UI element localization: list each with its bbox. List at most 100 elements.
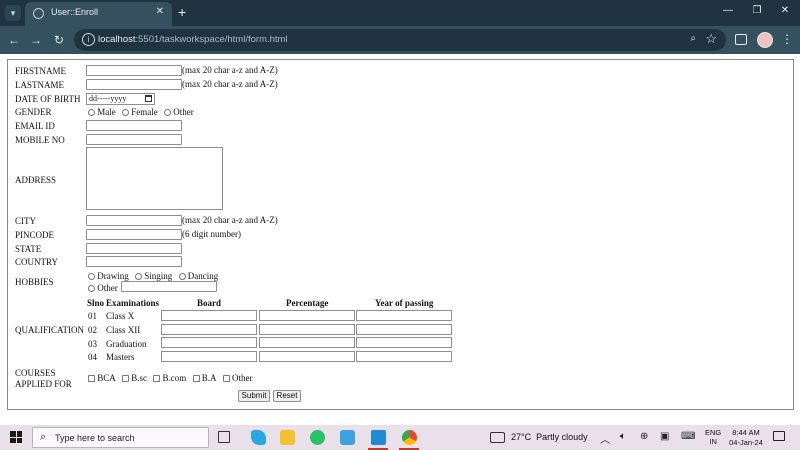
close-tab-icon[interactable]: ✕ [156, 6, 164, 17]
row-slno: 04 [88, 352, 97, 362]
volume-icon[interactable]: 🔈︎ [620, 431, 626, 442]
percentage-input[interactable] [259, 351, 355, 362]
reset-button[interactable]: Reset [273, 390, 301, 402]
board-input[interactable] [161, 310, 257, 321]
lastname-input[interactable] [86, 79, 182, 90]
widgets-app-icon[interactable] [251, 430, 266, 445]
city-input[interactable] [86, 215, 182, 226]
notes-app-icon[interactable] [340, 430, 355, 445]
hobby-other-input[interactable] [121, 281, 217, 292]
browser-tab[interactable]: User::Enroll ✕ [25, 2, 172, 26]
weather-icon[interactable] [490, 432, 505, 443]
hobby-drawing[interactable]: Drawing [88, 271, 129, 281]
board-input[interactable] [161, 337, 257, 348]
board-input[interactable] [161, 324, 257, 335]
mobile-input[interactable] [86, 134, 182, 145]
row-slno: 02 [88, 325, 97, 335]
profile-avatar[interactable] [757, 32, 773, 48]
site-info-icon[interactable]: i [82, 33, 95, 46]
address-textarea[interactable] [86, 147, 223, 210]
chevron-up-icon[interactable]: ︿ [600, 431, 610, 446]
zoom-icon[interactable]: ⌕ [690, 33, 696, 44]
hobby-singing[interactable]: Singing [135, 271, 172, 281]
restore-icon[interactable]: ❐ [747, 5, 767, 16]
board-input[interactable] [161, 351, 257, 362]
course-bcom-checkbox[interactable] [153, 375, 161, 382]
url-text[interactable]: localhost:5501/taskworkspace/html/form.h… [98, 34, 288, 45]
back-icon[interactable]: ← [6, 32, 22, 48]
forward-icon[interactable]: → [28, 32, 44, 48]
task-view-icon[interactable] [218, 431, 230, 443]
hobbies-label: HOBBIES [15, 277, 54, 287]
weather-widget[interactable]: 27°C Partly cloudy [511, 432, 588, 442]
address-bar[interactable]: i localhost:5501/taskworkspace/html/form… [74, 29, 726, 51]
email-input[interactable] [86, 120, 182, 131]
year-input[interactable] [356, 337, 452, 348]
network-icon[interactable]: ⊕ [640, 431, 648, 442]
year-header: Year of passing [375, 298, 434, 308]
year-input[interactable] [356, 310, 452, 321]
clock[interactable]: 8:44 AM 04-Jan-24 [725, 428, 767, 448]
course-bsc[interactable]: B.sc [122, 373, 147, 383]
pincode-label: PINCODE [15, 230, 55, 240]
course-bca-checkbox[interactable] [88, 375, 95, 382]
gender-female-radio[interactable] [122, 109, 129, 116]
course-ba[interactable]: B.A [192, 373, 217, 383]
percentage-header: Percentage [286, 298, 329, 308]
year-input[interactable] [356, 351, 452, 362]
course-options: BCA B.sc B.com B.A Other [88, 373, 257, 383]
country-input[interactable] [86, 256, 182, 267]
gender-other[interactable]: Other [164, 107, 194, 117]
percentage-input[interactable] [259, 310, 355, 321]
examinations-header: Examinations [106, 298, 160, 308]
calendar-icon[interactable] [145, 95, 152, 102]
course-bca[interactable]: BCA [88, 373, 116, 383]
browser-menu-icon[interactable]: ⋮ [781, 32, 793, 46]
gender-male[interactable]: Male [88, 107, 116, 117]
pincode-hint: (6 digit number) [182, 229, 241, 239]
hobby-drawing-radio[interactable] [88, 273, 95, 280]
windows-start-icon[interactable] [10, 431, 22, 443]
row-slno: 01 [88, 311, 97, 321]
course-bsc-checkbox[interactable] [122, 375, 130, 382]
keyboard-icon[interactable]: ⌨ [681, 431, 695, 442]
percentage-input[interactable] [259, 324, 355, 335]
course-bcom[interactable]: B.com [153, 373, 186, 383]
language-indicator[interactable]: ENG IN [705, 428, 721, 446]
chrome-icon[interactable] [402, 430, 417, 445]
gender-female[interactable]: Female [122, 107, 158, 117]
meet-now-icon[interactable]: ▣ [660, 431, 669, 442]
globe-icon [33, 8, 44, 19]
course-other-checkbox[interactable] [222, 375, 230, 382]
hobby-dancing-radio[interactable] [178, 273, 186, 280]
course-other[interactable]: Other [222, 373, 253, 383]
vscode-icon[interactable] [371, 430, 386, 445]
side-panel-icon[interactable] [735, 34, 747, 45]
gender-other-radio[interactable] [164, 109, 171, 116]
course-ba-checkbox[interactable] [192, 375, 200, 382]
gender-male-radio[interactable] [88, 109, 95, 116]
submit-button[interactable]: Submit [238, 390, 270, 402]
percentage-input[interactable] [259, 337, 355, 348]
window-close-icon[interactable]: ✕ [775, 5, 795, 16]
notification-icon[interactable] [773, 431, 785, 441]
pincode-input[interactable] [86, 229, 182, 240]
hobby-singing-radio[interactable] [135, 273, 142, 280]
hobby-other[interactable]: Other [88, 283, 118, 293]
mobile-label: MOBILE NO [15, 135, 65, 145]
hobby-dancing[interactable]: Dancing [178, 271, 218, 281]
tab-search-icon[interactable]: ▾ [5, 5, 21, 21]
minimize-icon[interactable]: — [718, 5, 738, 16]
reload-icon[interactable]: ↻ [51, 32, 67, 48]
file-explorer-icon[interactable] [280, 430, 295, 445]
firstname-input[interactable] [86, 65, 182, 76]
hobby-other-radio[interactable] [88, 285, 95, 292]
dob-date-input[interactable]: dd-----yyyy [86, 93, 155, 105]
bookmark-star-icon[interactable]: ☆ [705, 31, 717, 47]
board-header: Board [197, 298, 222, 308]
taskbar-search[interactable]: ⌕ Type here to search [32, 427, 209, 448]
whatsapp-icon[interactable] [310, 430, 325, 445]
year-input[interactable] [356, 324, 452, 335]
state-input[interactable] [86, 243, 182, 254]
new-tab-icon[interactable]: + [178, 4, 186, 20]
